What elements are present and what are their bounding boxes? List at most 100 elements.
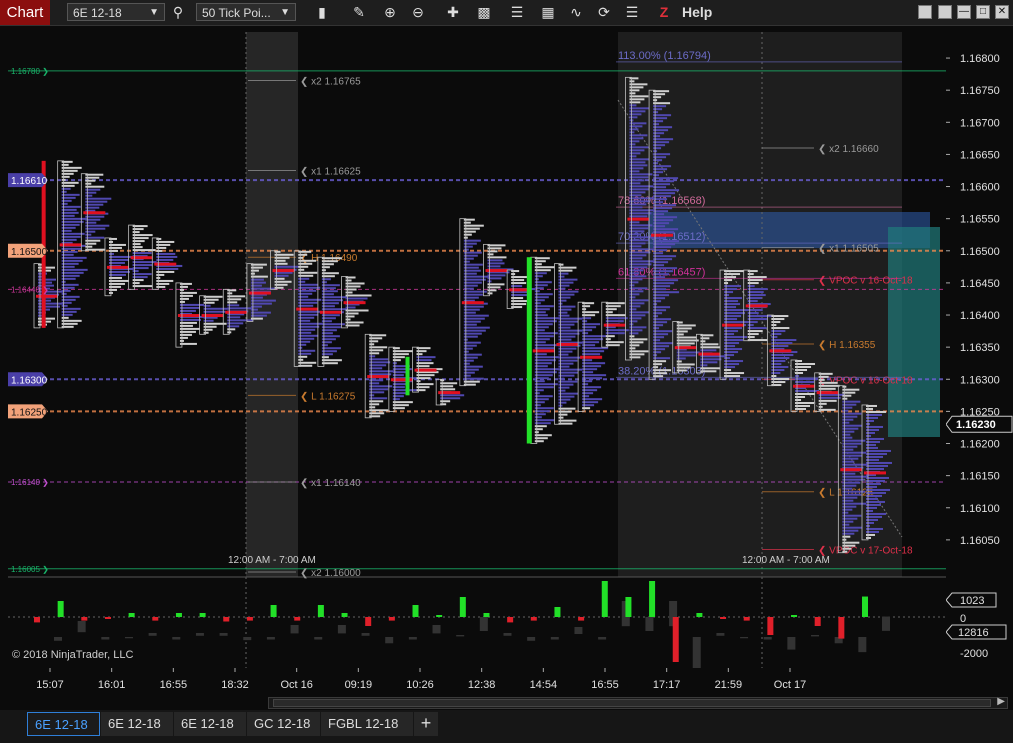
chevron-right-icon[interactable]: ▶ xyxy=(997,696,1005,707)
price-tick-label: 1.16800 xyxy=(960,53,1000,65)
profile-row xyxy=(558,401,567,404)
crosshair-icon[interactable]: ✚ xyxy=(443,3,463,22)
profile-row xyxy=(345,318,351,321)
profile-row xyxy=(534,386,554,389)
profile-row xyxy=(653,96,662,99)
profile-row xyxy=(558,380,578,383)
profile-row xyxy=(629,236,654,239)
profile-row xyxy=(132,252,152,255)
order-ticket-icon[interactable]: ☰ xyxy=(507,3,527,22)
profile-row xyxy=(463,305,484,308)
profile-row xyxy=(653,177,679,180)
instrument-selector[interactable]: 6E 12-18 ▼ xyxy=(67,3,165,21)
price-label: 1.16300 xyxy=(11,375,48,386)
profile-row xyxy=(653,108,663,111)
time-axis[interactable]: 15:07 16:01 16:55 18:32 Oct 16 09:19 10:26 12:3… xyxy=(0,668,1013,696)
profile-row xyxy=(558,317,583,320)
help-menu[interactable]: Help xyxy=(682,3,712,22)
profile-row xyxy=(700,364,708,367)
profile-row xyxy=(629,209,656,212)
profile-row xyxy=(582,317,592,320)
tab-6e-3[interactable]: 6E 12-18 xyxy=(174,712,246,736)
minimize-button[interactable]: — xyxy=(957,5,971,19)
horizontal-scrollbar[interactable]: ▶ xyxy=(268,696,1008,709)
scrollbar-thumb[interactable] xyxy=(273,699,991,707)
price-tick-label: 1.16600 xyxy=(960,182,1000,194)
volume-shadow-bar xyxy=(361,633,370,636)
time-tick-label: Oct 17 xyxy=(774,679,806,691)
profile-row xyxy=(866,455,883,458)
profile-row xyxy=(61,289,71,292)
profile-row xyxy=(534,344,559,347)
profile-row xyxy=(558,368,583,371)
profile-row xyxy=(842,481,861,484)
tab-fgbl[interactable]: FGBL 12-18 xyxy=(321,712,413,736)
chart-panel[interactable]: ❮ x2 1.16765❮ x1 1.16625❮ H 1.16490❮ L 1… xyxy=(8,32,946,668)
volume-shadow-bar xyxy=(574,627,583,634)
tab-6e-2[interactable]: 6E 12-18 xyxy=(101,712,173,736)
profile-row xyxy=(203,319,214,322)
profile-row xyxy=(582,359,593,362)
zoom-out-icon[interactable]: ⊖ xyxy=(408,3,428,22)
profile-row xyxy=(795,363,816,365)
z-order-icon[interactable]: Z xyxy=(654,3,674,22)
profile-row xyxy=(534,401,545,404)
profile-row xyxy=(582,329,593,332)
reload-icon[interactable]: ⟳ xyxy=(594,3,614,22)
volume-bar xyxy=(81,617,88,621)
profile-row xyxy=(653,216,678,219)
search-icon[interactable]: ⚲ xyxy=(168,3,188,22)
add-tab-button[interactable]: + xyxy=(414,712,438,736)
pencil-icon[interactable]: ✎ xyxy=(349,3,369,22)
profile-row xyxy=(558,371,579,374)
profile-row xyxy=(582,380,593,383)
profile-row xyxy=(274,280,292,283)
profile-row xyxy=(582,395,590,398)
profile-row xyxy=(298,322,324,325)
profile-row xyxy=(85,173,104,176)
profile-row xyxy=(771,345,789,348)
maximize-button[interactable]: □ xyxy=(976,5,990,19)
close-button[interactable]: ✕ xyxy=(995,5,1009,19)
profile-row xyxy=(463,326,490,329)
profile-row xyxy=(132,282,140,285)
zoom-in-icon[interactable]: ⊕ xyxy=(380,3,400,22)
window-tile-button[interactable] xyxy=(938,5,952,19)
chart-trader-icon[interactable]: ▦ xyxy=(538,3,558,22)
profile-row xyxy=(795,390,820,392)
profile-row xyxy=(795,396,806,398)
tab-6e-1[interactable]: 6E 12-18 xyxy=(27,712,100,736)
profile-row xyxy=(487,262,505,265)
volume-bar xyxy=(365,617,372,626)
bar-type-selector[interactable]: 50 Tick Poi... ▼ xyxy=(196,3,296,21)
properties-icon[interactable]: ☰ xyxy=(622,3,642,22)
price-label: 1.16610 xyxy=(11,176,48,187)
profile-row xyxy=(558,293,575,296)
price-tick-label: 1.16400 xyxy=(960,310,1000,322)
profile-row xyxy=(747,300,758,303)
volume-bar xyxy=(720,617,727,619)
profile-row xyxy=(724,270,745,273)
profile-row xyxy=(818,393,845,396)
profile-row xyxy=(321,302,339,305)
tab-gc[interactable]: GC 12-18 xyxy=(247,712,320,736)
profile-row xyxy=(463,269,481,272)
indicators-icon[interactable]: ∿ xyxy=(566,3,586,22)
profile-row xyxy=(558,407,576,410)
profile-row xyxy=(653,351,662,354)
minimize-all-button[interactable] xyxy=(918,5,932,19)
profile-row xyxy=(771,366,789,369)
data-box-icon[interactable]: ▩ xyxy=(474,3,494,22)
volume-tick-label: -2000 xyxy=(960,648,988,660)
volume-shadow-bar xyxy=(787,637,796,650)
profile-row xyxy=(534,368,561,371)
bar-style-icon[interactable]: ▮ xyxy=(312,3,332,22)
profile-row xyxy=(321,257,342,260)
profile-row xyxy=(558,311,568,314)
profile-row xyxy=(61,250,78,253)
profile-row xyxy=(653,135,661,138)
profile-row xyxy=(747,321,758,324)
profile-row xyxy=(179,336,188,339)
profile-row xyxy=(108,270,130,273)
price-axis[interactable]: 1.16800 1.16750 1.16700 1.16650 1.16600 1.165… xyxy=(946,32,1013,668)
